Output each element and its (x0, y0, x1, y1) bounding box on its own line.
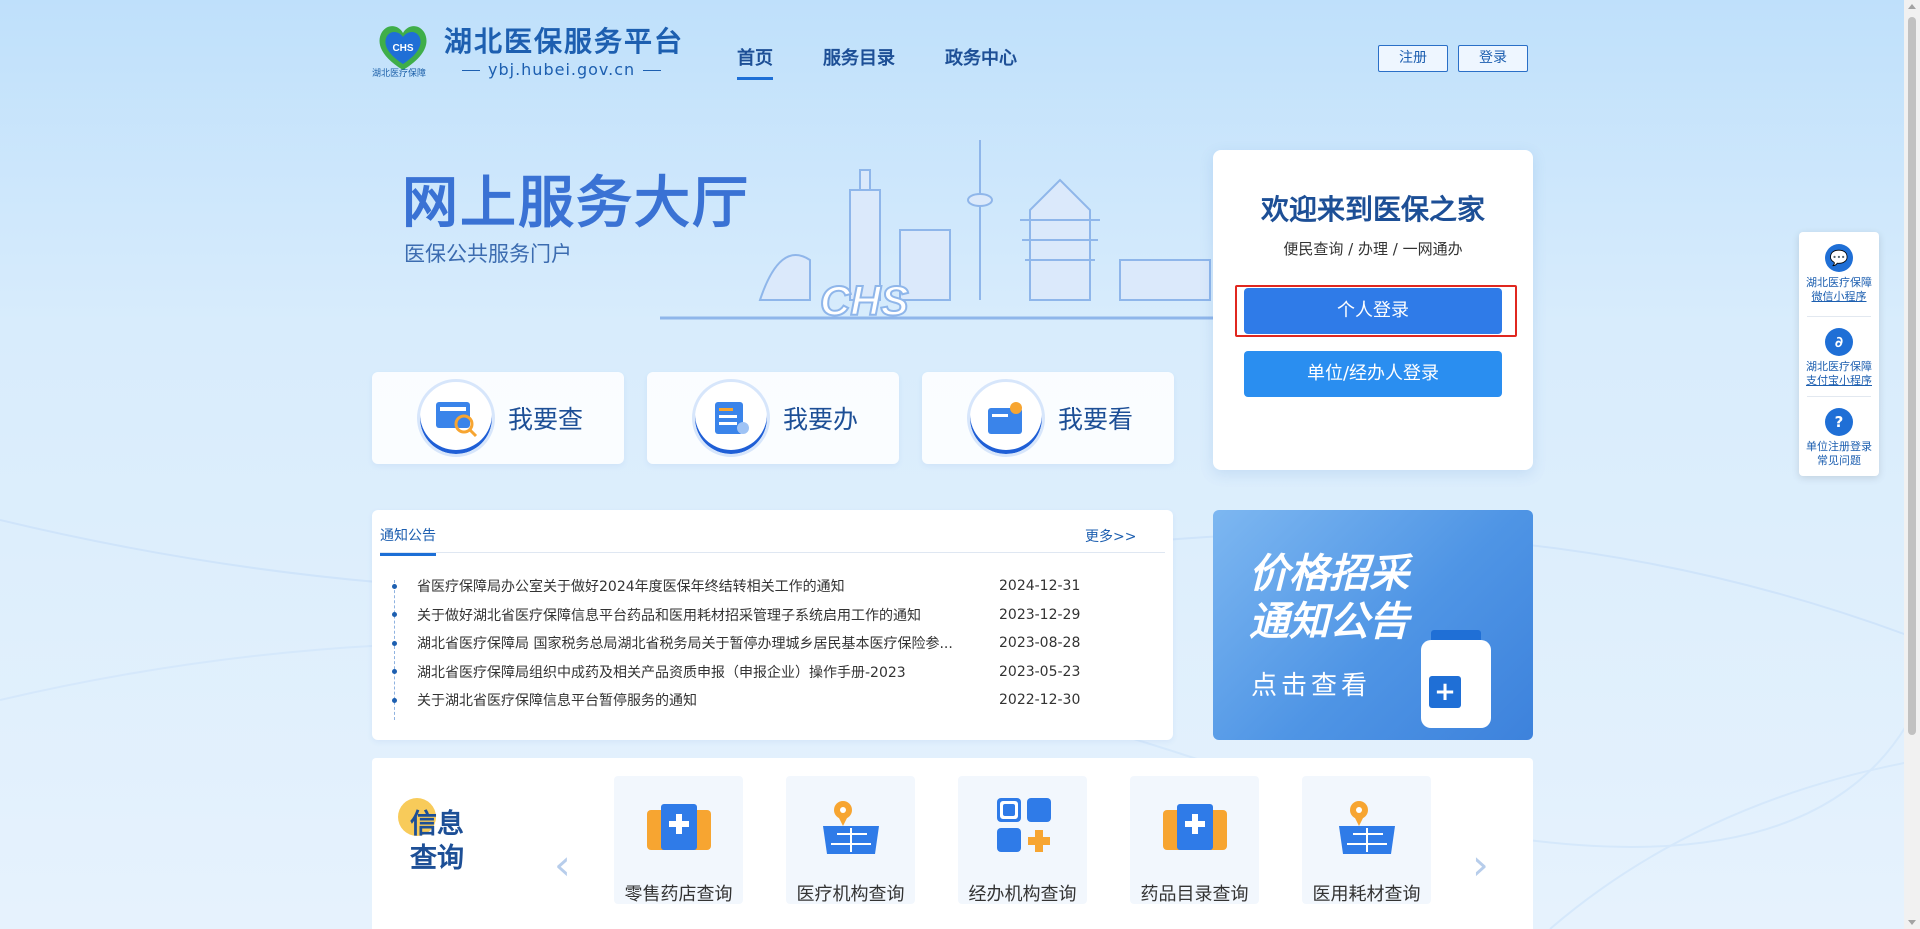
medical-cross-icon: + (1429, 676, 1461, 708)
more-link[interactable]: 更多>> (1085, 526, 1136, 546)
vertical-scrollbar[interactable] (1904, 0, 1920, 929)
bullet-icon (392, 697, 397, 703)
hero-subtitle: 医保公共服务门户 (404, 242, 572, 266)
svg-text:CHS: CHS (392, 43, 413, 54)
divider (380, 552, 1165, 553)
carousel-prev-button[interactable]: ‹ (554, 844, 571, 886)
bullet-icon (392, 640, 397, 646)
info-query-section: 信息 查询 ‹ 零售药店查询 医疗机构查询 经办机构查询 药品目录查询 医用耗材… (372, 758, 1533, 929)
notice-date: 2023-12-29 (999, 606, 1081, 623)
tile-view-label: 我要看 (1058, 405, 1134, 434)
wechat-line1: 湖北医疗保障 (1806, 276, 1872, 289)
scroll-up-icon[interactable] (1908, 4, 1916, 9)
query-card-label: 零售药店查询 (624, 884, 733, 905)
wechat-line2: 微信小程序 (1811, 290, 1867, 303)
bullet-icon (392, 583, 397, 589)
notice-title[interactable]: 关于做好湖北省医疗保障信息平台药品和医用耗材招采管理子系统启用工作的通知 (417, 605, 992, 625)
alipay-line2: 支付宝小程序 (1806, 374, 1872, 387)
banner-title-line2: 通知公告 (1249, 599, 1409, 645)
banner-title-line1: 价格招采 (1249, 551, 1409, 597)
carousel-next-button[interactable]: › (1472, 844, 1489, 886)
notice-date: 2023-08-28 (999, 635, 1081, 652)
query-card-label: 药品目录查询 (1140, 884, 1249, 905)
site-header: CHS 湖北医疗保障 湖北医保服务平台 ybj.hubei.gov.cn 首页 … (372, 18, 1528, 84)
agency-grid-icon (997, 798, 1051, 852)
drug-catalog-icon (1163, 804, 1227, 850)
notice-title[interactable]: 关于湖北省医疗保障信息平台暂停服务的通知 (417, 690, 992, 710)
query-card-label: 医用耗材查询 (1312, 884, 1421, 905)
main-nav: 首页 服务目录 政务中心 (737, 44, 1017, 80)
query-card-hospital[interactable]: 医疗机构查询 (786, 776, 915, 905)
scroll-down-icon[interactable] (1908, 920, 1916, 925)
list-item[interactable]: 湖北省医疗保障局组织中成药及相关产品资质申报（申报企业）操作手册-2023 202… (392, 658, 1152, 687)
side-float-panel: 💬 湖北医疗保障 微信小程序 ∂ 湖北医疗保障 支付宝小程序 ? 单位注册登录 常见问… (1799, 232, 1879, 476)
list-item[interactable]: 湖北省医疗保障局 国家税务总局湖北省税务局关于暂停办理城乡居民基本医疗保险参..… (392, 629, 1152, 658)
bullet-icon (392, 612, 397, 618)
query-card-label: 医疗机构查询 (796, 884, 905, 905)
faq-link[interactable]: ? 单位注册登录 常见问题 (1799, 408, 1879, 468)
login-card: 欢迎来到医保之家 便民查询 / 办理 / 一网通办 个人登录 单位/经办人登录 (1213, 150, 1533, 470)
tile-query[interactable]: 我要查 (372, 372, 624, 464)
personal-login-button[interactable]: 个人登录 (1244, 288, 1502, 334)
alipay-mini-program-link[interactable]: ∂ 湖北医疗保障 支付宝小程序 (1799, 328, 1879, 388)
nav-home[interactable]: 首页 (737, 44, 773, 80)
hospital-map-icon (823, 801, 879, 854)
register-button[interactable]: 注册 (1378, 45, 1448, 72)
notice-list: 省医疗保障局办公室关于做好2024年度医保年终结转相关工作的通知 2024-12-… (392, 572, 1152, 715)
divider (1807, 396, 1871, 397)
tile-handle[interactable]: 我要办 (647, 372, 899, 464)
list-item[interactable]: 省医疗保障局办公室关于做好2024年度医保年终结转相关工作的通知 2024-12-… (392, 572, 1152, 601)
question-icon: ? (1825, 408, 1853, 436)
login-card-title: 欢迎来到医保之家 (1260, 193, 1485, 226)
unit-login-button[interactable]: 单位/经办人登录 (1244, 351, 1502, 397)
pharmacy-icon (647, 804, 711, 850)
notice-date: 2022-12-30 (999, 692, 1081, 709)
scrollbar-thumb[interactable] (1908, 17, 1916, 735)
notice-date: 2023-05-23 (999, 663, 1081, 680)
info-title-line1: 信息 (410, 809, 464, 840)
notice-panel: 通知公告 更多>> 省医疗保障局办公室关于做好2024年度医保年终结转相关工作的… (372, 510, 1173, 740)
wechat-mini-program-link[interactable]: 💬 湖北医疗保障 微信小程序 (1799, 244, 1879, 304)
search-doc-icon (417, 379, 495, 457)
tile-query-label: 我要查 (508, 405, 584, 434)
banner-title: 价格招采 通知公告 (1249, 550, 1409, 646)
notice-title[interactable]: 湖北省医疗保障局组织中成药及相关产品资质申报（申报企业）操作手册-2023 (417, 662, 992, 682)
consumables-map-icon (1339, 801, 1395, 854)
banner-subtitle: 点击查看 (1251, 671, 1372, 701)
site-domain: ybj.hubei.gov.cn (454, 60, 669, 79)
tile-view[interactable]: 我要看 (922, 372, 1174, 464)
logo-caption: 湖北医疗保障 (372, 69, 427, 79)
faq-line2: 常见问题 (1817, 454, 1861, 467)
handle-doc-icon (692, 379, 770, 457)
login-button[interactable]: 登录 (1458, 45, 1528, 72)
view-folder-icon (967, 379, 1045, 457)
notice-title[interactable]: 湖北省医疗保障局 国家税务总局湖北省税务局关于暂停办理城乡居民基本医疗保险参..… (417, 633, 992, 653)
faq-line1: 单位注册登录 (1806, 440, 1872, 453)
query-card-list: 零售药店查询 医疗机构查询 经办机构查询 药品目录查询 医用耗材查询 (614, 776, 1431, 905)
query-card-pharmacy[interactable]: 零售药店查询 (614, 776, 743, 905)
alipay-mini-icon: ∂ (1825, 328, 1853, 356)
nav-service-catalog[interactable]: 服务目录 (823, 44, 895, 80)
info-title-line2: 查询 (410, 843, 464, 874)
notice-date: 2024-12-31 (999, 578, 1081, 595)
site-name[interactable]: 湖北医保服务平台 (444, 20, 684, 60)
notice-title[interactable]: 省医疗保障局办公室关于做好2024年度医保年终结转相关工作的通知 (417, 576, 992, 596)
wechat-icon: 💬 (1825, 244, 1853, 272)
list-item[interactable]: 关于湖北省医疗保障信息平台暂停服务的通知 2022-12-30 (392, 686, 1152, 715)
nav-government-center[interactable]: 政务中心 (945, 44, 1017, 80)
query-card-label: 经办机构查询 (968, 884, 1077, 905)
list-item[interactable]: 关于做好湖北省医疗保障信息平台药品和医用耗材招采管理子系统启用工作的通知 2023… (392, 601, 1152, 630)
alipay-line1: 湖北医疗保障 (1806, 360, 1872, 373)
tile-handle-label: 我要办 (783, 405, 859, 434)
query-card-drug-catalog[interactable]: 药品目录查询 (1130, 776, 1259, 905)
query-card-agency[interactable]: 经办机构查询 (958, 776, 1087, 905)
divider (1807, 316, 1871, 317)
price-procurement-banner[interactable]: 价格招采 通知公告 点击查看 + (1213, 510, 1533, 740)
city-skyline-illustration: CHS (660, 140, 1220, 325)
info-query-title: 信息 查询 (410, 808, 464, 876)
query-card-consumables[interactable]: 医用耗材查询 (1302, 776, 1431, 905)
login-card-subtitle: 便民查询 / 办理 / 一网通办 (1283, 240, 1463, 258)
bullet-icon (392, 669, 397, 675)
